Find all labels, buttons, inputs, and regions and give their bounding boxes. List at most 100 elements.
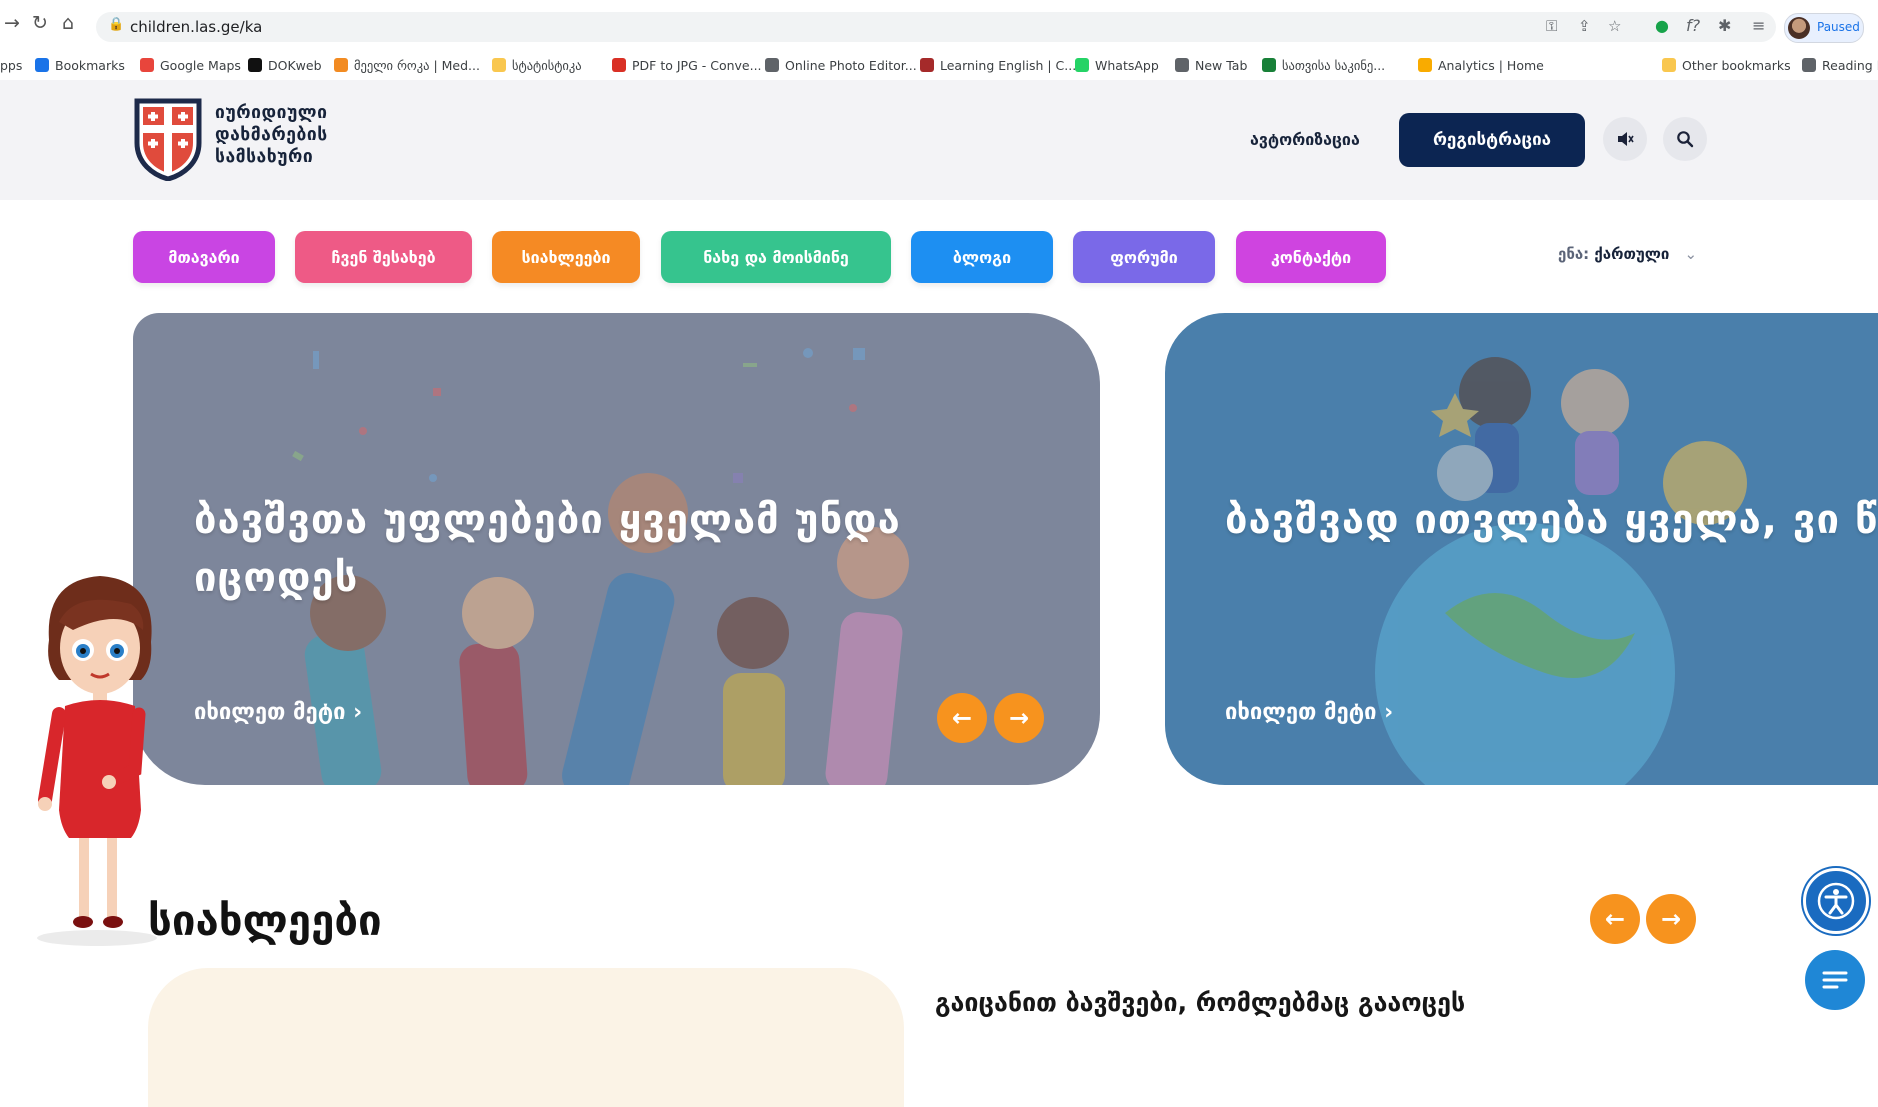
formula-icon[interactable]: f? [1686, 16, 1700, 35]
bookmark-label: pps [0, 57, 23, 73]
bookmark-label: Learning English | C... [940, 57, 1077, 73]
logo-line: იურიდიული [215, 103, 328, 123]
bookmark-item[interactable]: Other bookmarks [1662, 50, 1791, 80]
bookmark-item[interactable]: New Tab [1175, 50, 1247, 80]
coat-of-arms-icon[interactable] [133, 97, 203, 181]
folder-icon [492, 58, 506, 72]
bookmark-label: Reading l [1822, 57, 1878, 73]
language-value: ქართული [1594, 245, 1670, 263]
site-logo-text[interactable]: იურიდიული დახმარების სამსახური [215, 102, 328, 168]
nav-about-us[interactable]: ჩვენ შესახებ [295, 231, 472, 283]
profile-status: Paused [1817, 20, 1860, 34]
globe-icon [765, 58, 779, 72]
whatsapp-icon [1075, 58, 1089, 72]
grammarly-icon[interactable]: ● [1655, 16, 1669, 35]
address-bar[interactable]: 🔒 children.las.ge/ka ⚿ ⇪ ☆ [96, 12, 1776, 42]
bookmark-item[interactable]: Online Photo Editor... [765, 50, 917, 80]
bookmark-item[interactable]: PDF to JPG - Conve... [612, 50, 762, 80]
bookmark-item[interactable]: მეელი როკა | Med... [334, 50, 480, 80]
bookmark-label: PDF to JPG - Conve... [632, 57, 762, 73]
bookmark-label: სტატისტიკა [512, 57, 582, 73]
nav-watch-and-listen[interactable]: ნახე და მოისმინე [661, 231, 891, 283]
extensions-icon[interactable]: ✱ [1718, 16, 1731, 35]
reading-mode-icon[interactable]: ≡ [1752, 16, 1765, 35]
menu-lines-icon [1822, 971, 1848, 989]
pdf-icon [612, 58, 626, 72]
info-icon [1262, 58, 1276, 72]
bookmarks-bar: pps Bookmarks Google Maps DOKweb მეელი როკა … [0, 50, 1878, 81]
globe-icon [1175, 58, 1189, 72]
reload-icon[interactable]: ↻ [32, 12, 48, 34]
logo-line: სამსახური [215, 147, 314, 167]
key-icon[interactable]: ⚿ [1546, 17, 1557, 35]
nav-news[interactable]: სიახლეები [492, 231, 640, 283]
forward-icon[interactable]: → [4, 12, 20, 34]
bookmark-star-icon[interactable]: ☆ [1608, 17, 1621, 35]
folder-icon [1662, 58, 1676, 72]
bookmark-icon [334, 58, 348, 72]
logo-line: დახმარების [215, 125, 328, 145]
search-button[interactable] [1663, 117, 1707, 161]
chat-menu-button[interactable] [1805, 950, 1865, 1010]
analytics-icon [1418, 58, 1432, 72]
accessibility-icon [1817, 882, 1855, 920]
lock-icon: 🔒 [108, 17, 125, 32]
bookmark-item[interactable]: სათვისა საკინე... [1262, 50, 1385, 80]
bookmark-label: WhatsApp [1095, 57, 1159, 73]
hero-slide[interactable]: ბავშვთა უფლებები ყველამ უნდა იცოდეს იხილ… [133, 313, 1100, 785]
bookmark-item[interactable]: WhatsApp [1075, 50, 1159, 80]
bookmark-item[interactable]: pps [0, 50, 22, 80]
bookmark-item[interactable]: Learning English | C... [920, 50, 1076, 80]
map-pin-icon [140, 58, 154, 72]
news-prev-button[interactable]: ← [1590, 894, 1640, 944]
chevron-down-icon: ⌄ [1684, 245, 1698, 263]
bookmark-item[interactable]: Analytics | Home [1418, 50, 1544, 80]
nav-forum[interactable]: ფორუმი [1073, 231, 1215, 283]
avatar [1788, 17, 1810, 39]
dokweb-icon [248, 58, 262, 72]
bookmark-label: Google Maps [160, 57, 241, 73]
reading-list-icon [1802, 58, 1816, 72]
language-label: ენა: [1558, 245, 1590, 263]
accessibility-button[interactable] [1803, 868, 1869, 934]
hero-slide[interactable]: ბავშვად ითვლება ყველა, ვი წელი ჯერ არ შე… [1165, 313, 1878, 785]
news-section-title: სიახლეები [148, 896, 382, 945]
login-link[interactable]: ავტორიზაცია [1250, 130, 1360, 149]
nav-home[interactable]: მთავარი [133, 231, 275, 283]
bookmark-label: Online Photo Editor... [785, 57, 917, 73]
bookmark-label: DOKweb [268, 57, 322, 73]
home-icon[interactable]: ⌂ [62, 12, 74, 34]
site-header: იურიდიული დახმარების სამსახური ავტორიზაც… [0, 80, 1878, 200]
bookmark-item[interactable]: Google Maps [140, 50, 241, 80]
address-url: children.las.ge/ka [130, 18, 263, 36]
sound-toggle-button[interactable] [1603, 117, 1647, 161]
nav-blog[interactable]: ბლოგი [911, 231, 1053, 283]
profile-button[interactable]: Paused [1784, 13, 1864, 43]
bookmark-item[interactable]: სტატისტიკა [492, 50, 582, 80]
hero-next-button[interactable]: → [994, 693, 1044, 743]
hero-read-more-link[interactable]: იხილეთ მეტი › [1225, 700, 1393, 725]
bookmark-item[interactable]: Bookmarks [35, 50, 125, 80]
star-icon [35, 58, 49, 72]
news-card-title[interactable]: გაიცანით ბავშვები, რომლებმაც გააოცეს [935, 988, 1465, 1017]
search-icon [1677, 131, 1694, 148]
nav-contact[interactable]: კონტაქტი [1236, 231, 1386, 283]
language-select[interactable]: ენა: ქართული ⌄ [1558, 245, 1697, 263]
hero-slide-title: ბავშვთა უფლებები ყველამ უნდა იცოდეს [194, 497, 901, 601]
news-next-button[interactable]: → [1646, 894, 1696, 944]
hero-read-more-link[interactable]: იხილეთ მეტი › [194, 700, 362, 725]
bookmark-label: სათვისა საკინე... [1282, 57, 1386, 73]
news-card-image[interactable] [148, 968, 904, 1107]
hero-prev-button[interactable]: ← [937, 693, 987, 743]
main-navigation: მთავარი ჩვენ შესახებ სიახლეები ნახე და მ… [0, 200, 1878, 310]
bookmark-item[interactable]: Reading l [1802, 50, 1878, 80]
share-icon[interactable]: ⇪ [1578, 17, 1591, 35]
bookmark-label: Other bookmarks [1682, 57, 1791, 73]
register-button[interactable]: რეგისტრაცია [1399, 113, 1585, 167]
bookmark-item[interactable]: DOKweb [248, 50, 322, 80]
assistant-character-illustration [37, 576, 157, 946]
hero-slide-title: ბავშვად ითვლება ყველა, ვი წელი ჯერ არ შე… [1225, 497, 1878, 543]
shield-icon [920, 58, 934, 72]
bookmark-label: Analytics | Home [1438, 57, 1544, 73]
bookmark-label: New Tab [1195, 57, 1248, 73]
